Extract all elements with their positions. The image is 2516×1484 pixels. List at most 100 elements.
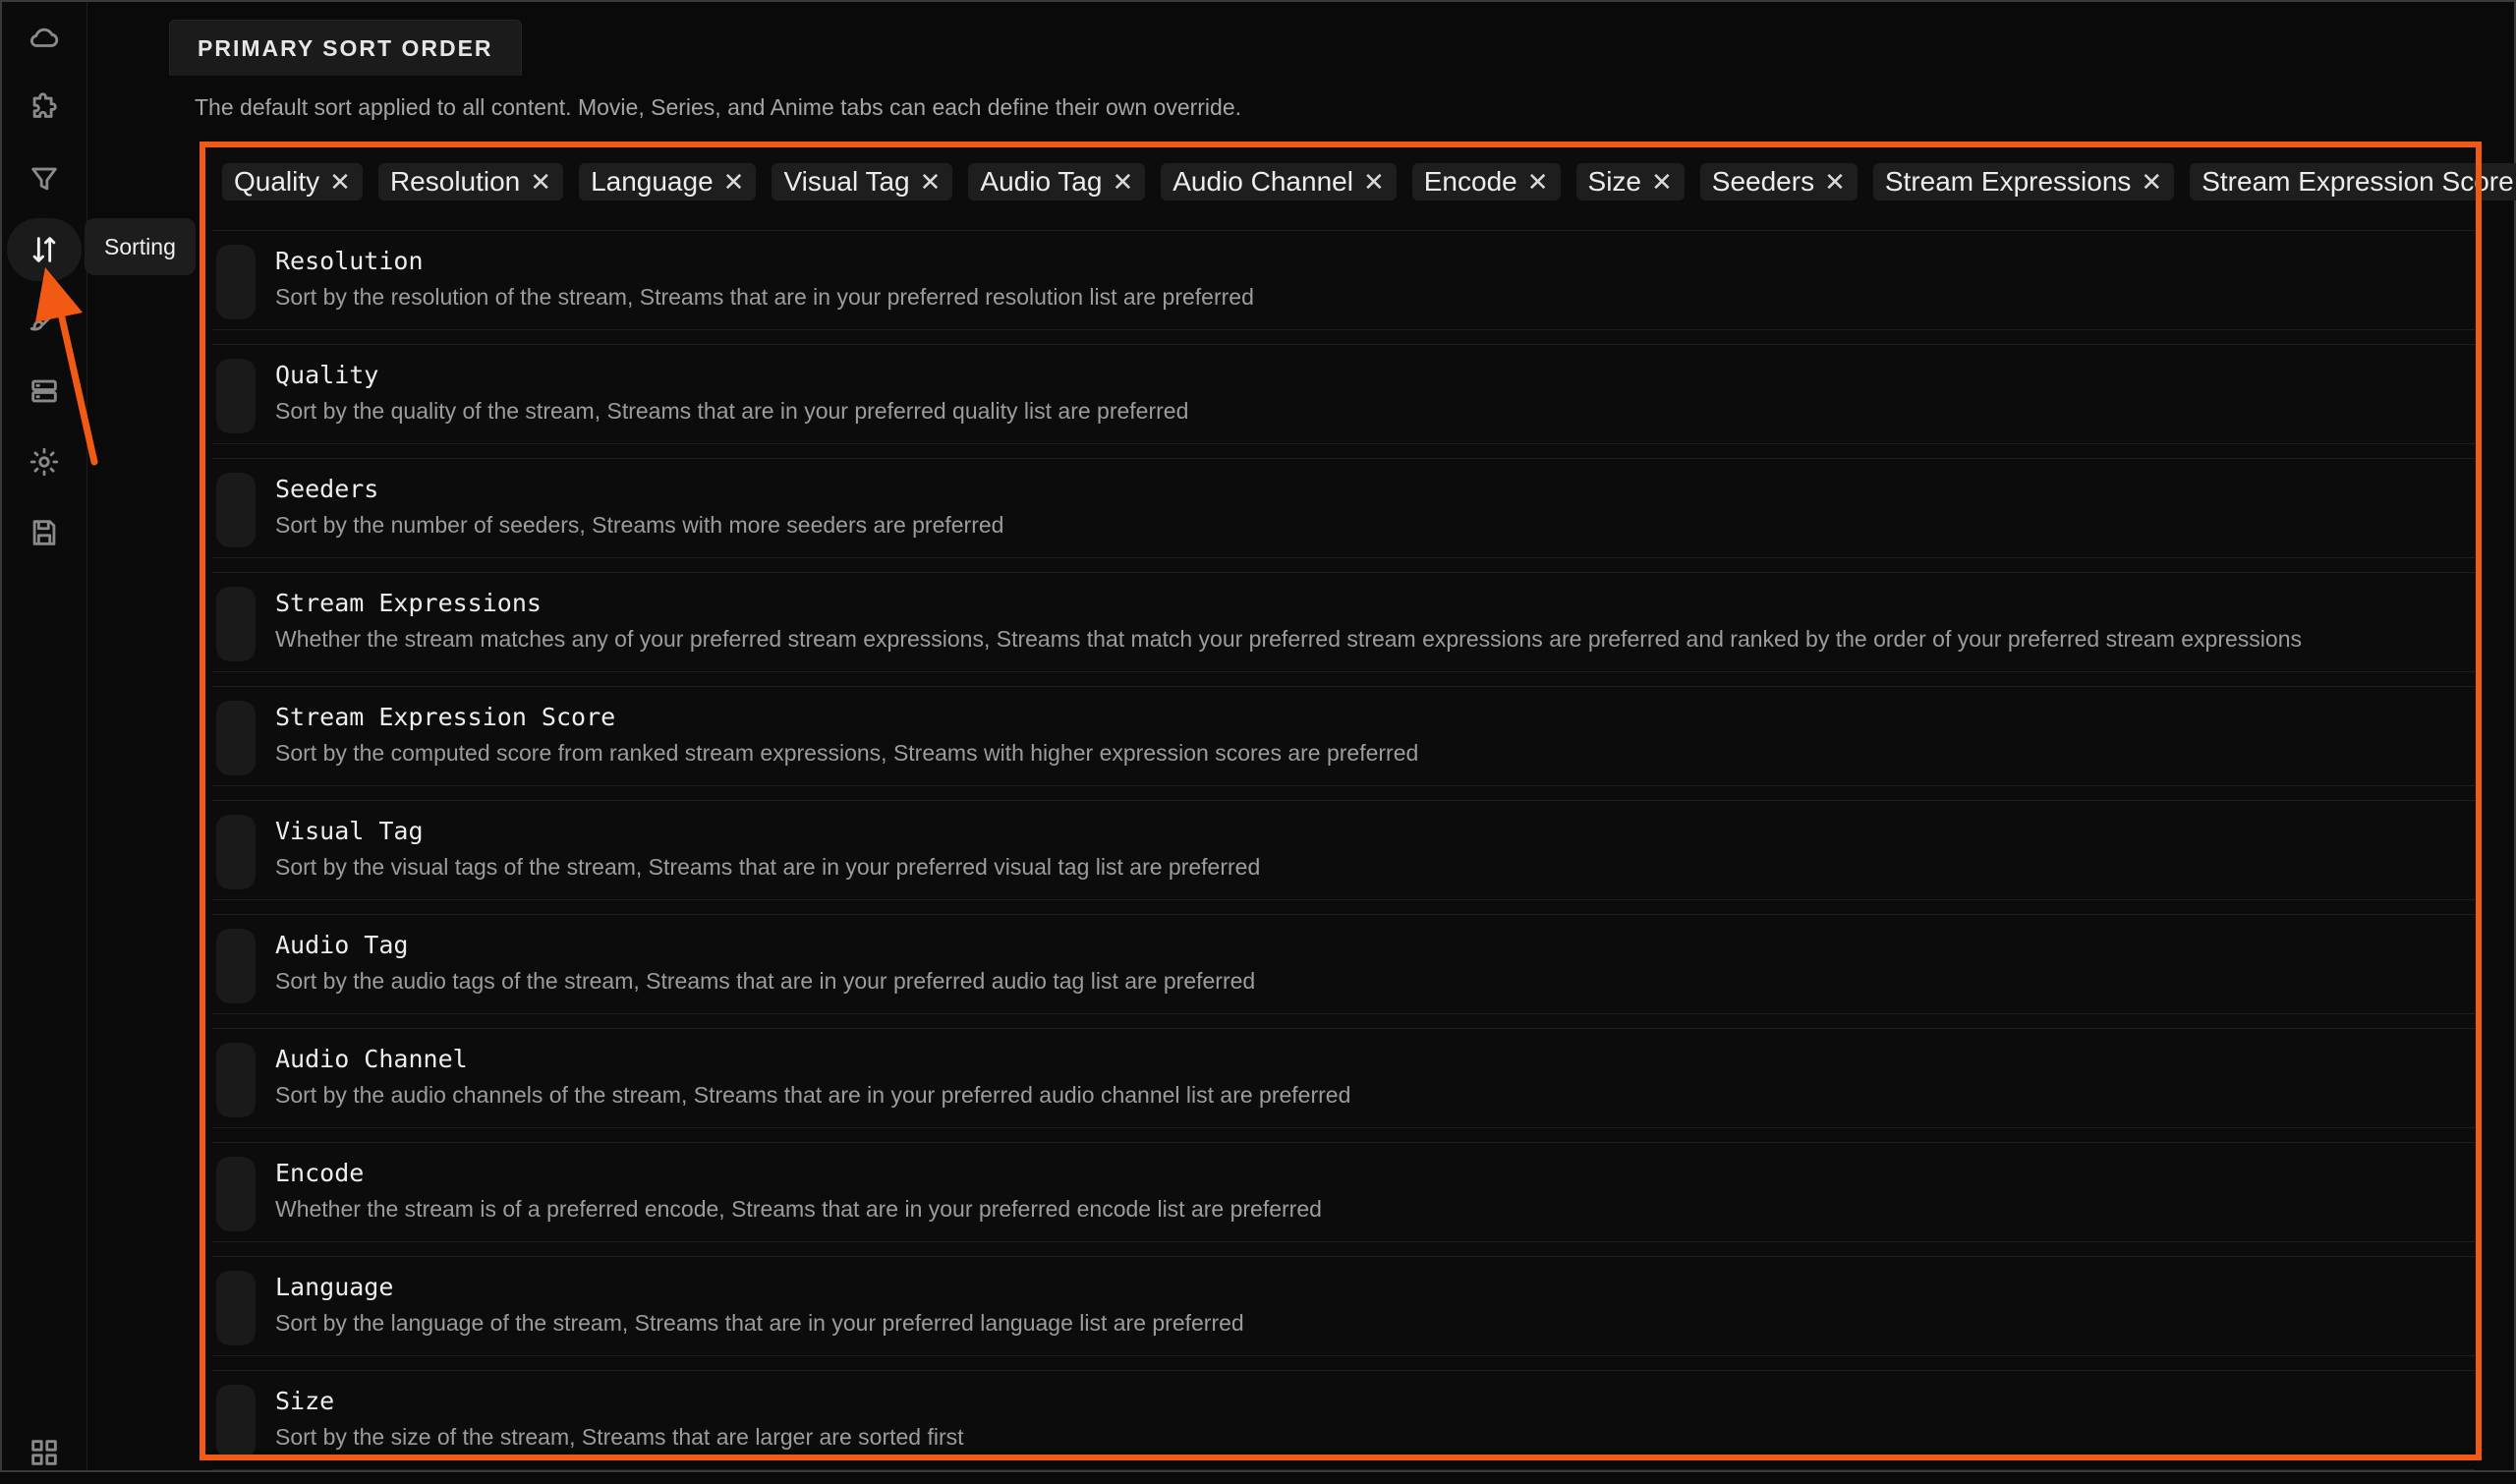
sort-criterion-row[interactable]: Stream Expressions Whether the stream mat…: [212, 572, 2475, 672]
sort-panel: Quality ✕ Resolution ✕ Language ✕ Visual Tag ✕ A…: [202, 143, 2516, 1470]
nav-apps[interactable]: [2, 1433, 86, 1472]
nav-services[interactable]: [2, 360, 86, 423]
sort-chip-label: Size: [1587, 166, 1641, 197]
sort-chip-label: Stream Expression Score: [2202, 166, 2514, 197]
sort-criterion-description: Sort by the computed score from ranked s…: [275, 740, 1419, 766]
nav-sorting[interactable]: [2, 218, 86, 281]
sort-criterion-title: Audio Tag: [275, 931, 409, 959]
drag-handle[interactable]: [216, 1271, 256, 1345]
sort-chip-label: Visual Tag: [783, 166, 910, 197]
sort-criterion-row[interactable]: Language Sort by the language of the stre…: [212, 1256, 2475, 1356]
drag-handle[interactable]: [216, 359, 256, 433]
sort-chip[interactable]: Resolution ✕: [377, 163, 564, 200]
nav-settings[interactable]: [2, 430, 86, 493]
sort-criterion-description: Whether the stream matches any of your p…: [275, 626, 2302, 652]
sort-criterion-row[interactable]: Visual Tag Sort by the visual tags of the…: [212, 800, 2475, 900]
sort-criterion-description: Sort by the audio channels of the stream…: [275, 1082, 1351, 1108]
sort-chip[interactable]: Stream Expressions ✕: [1872, 163, 2175, 200]
sort-criterion-row[interactable]: Size Sort by the size of the stream, Stre…: [212, 1370, 2475, 1470]
sort-icon: [32, 237, 56, 262]
remove-chip-icon[interactable]: ✕: [2141, 167, 2162, 198]
sort-criterion-title: Stream Expression Score: [275, 703, 616, 731]
sort-criterion-row[interactable]: Stream Expression Score Sort by the compu…: [212, 686, 2475, 786]
nav-save[interactable]: [2, 501, 86, 564]
sort-criterion-description: Whether the stream is of a preferred enc…: [275, 1196, 1322, 1222]
sort-chip[interactable]: Language ✕: [579, 163, 757, 200]
sort-criterion-row[interactable]: Quality Sort by the quality of the stream…: [212, 344, 2475, 444]
sort-criterion-row[interactable]: Encode Whether the stream is of a preferr…: [212, 1142, 2475, 1242]
nav-sorting-highlight: [7, 218, 82, 281]
cloud-icon: [29, 28, 59, 47]
remove-chip-icon[interactable]: ✕: [530, 167, 551, 198]
sort-chip[interactable]: Seeders ✕: [1699, 163, 1858, 200]
sort-chip[interactable]: Size ✕: [1575, 163, 1685, 200]
nav-cloud[interactable]: [2, 6, 86, 69]
sort-chip[interactable]: Stream Expression Score✕: [2190, 163, 2516, 200]
sort-criterion-title: Resolution: [275, 247, 424, 275]
drag-handle[interactable]: [216, 701, 256, 775]
sort-chip[interactable]: Visual Tag ✕: [772, 163, 953, 200]
sort-chip-label: Quality: [234, 166, 320, 197]
sort-criterion-description: Sort by the number of seeders, Streams w…: [275, 512, 1004, 538]
filter-icon: [31, 167, 57, 191]
remove-chip-icon[interactable]: ✕: [1824, 167, 1846, 198]
sidebar: [2, 2, 87, 1470]
section-description: The default sort applied to all content.…: [195, 94, 1242, 120]
drag-handle[interactable]: [216, 245, 256, 319]
remove-chip-icon[interactable]: ✕: [329, 167, 351, 198]
selected-sort-chips: Quality ✕ Resolution ✕ Language ✕ Visual Tag ✕ A…: [222, 163, 2516, 200]
sort-criterion-title: Language: [275, 1273, 394, 1301]
drag-handle[interactable]: [216, 929, 256, 1003]
sort-criterion-title: Quality: [275, 361, 379, 389]
sort-criterion-description: Sort by the visual tags of the stream, S…: [275, 854, 1261, 880]
grid-icon: [31, 1440, 57, 1465]
sort-criterion-row[interactable]: Audio Channel Sort by the audio channels …: [212, 1028, 2475, 1128]
sort-chip[interactable]: Audio Tag ✕: [968, 163, 1146, 200]
puzzle-icon: [32, 92, 57, 118]
nav-addons[interactable]: [2, 77, 86, 140]
drag-handle[interactable]: [216, 815, 256, 889]
sort-criterion-row[interactable]: Seeders Sort by the number of seeders, St…: [212, 458, 2475, 558]
remove-chip-icon[interactable]: ✕: [1112, 167, 1133, 198]
section-title: PRIMARY SORT ORDER: [169, 20, 522, 76]
sort-chip-label: Audio Tag: [980, 166, 1103, 197]
nav-formatter[interactable]: [2, 289, 86, 352]
sort-criterion-title: Size: [275, 1387, 335, 1415]
drag-handle[interactable]: [216, 1385, 256, 1459]
sort-criterion-title: Audio Channel: [275, 1045, 468, 1073]
drag-handle[interactable]: [216, 473, 256, 547]
remove-chip-icon[interactable]: ✕: [1651, 167, 1673, 198]
main-content: PRIMARY SORT ORDER The default sort appl…: [167, 0, 2516, 1472]
sort-criterion-row[interactable]: Audio Tag Sort by the audio tags of the s…: [212, 914, 2475, 1014]
sort-criterion-description: Sort by the quality of the stream, Strea…: [275, 398, 1189, 424]
drag-handle[interactable]: [216, 1043, 256, 1117]
server-icon: [31, 379, 57, 403]
sort-chip[interactable]: Encode ✕: [1411, 163, 1561, 200]
remove-chip-icon[interactable]: ✕: [1363, 167, 1385, 198]
sort-chip-label: Stream Expressions: [1884, 166, 2132, 197]
sort-criterion-row[interactable]: Resolution Sort by the resolution of the …: [212, 230, 2475, 330]
sort-chip[interactable]: Audio Channel ✕: [1161, 163, 1397, 200]
remove-chip-icon[interactable]: ✕: [920, 167, 942, 198]
sort-chip-label: Encode: [1423, 166, 1517, 197]
save-icon: [32, 520, 56, 545]
sort-criterion-description: Sort by the resolution of the stream, St…: [275, 284, 1254, 310]
sort-criterion-description: Sort by the language of the stream, Stre…: [275, 1310, 1244, 1336]
sort-criterion-description: Sort by the audio tags of the stream, St…: [275, 968, 1256, 994]
sort-chip-label: Resolution: [389, 166, 521, 197]
sort-chip-label: Language: [591, 166, 714, 197]
sort-chip-label: Audio Channel: [1172, 166, 1353, 197]
remove-chip-icon[interactable]: ✕: [1527, 167, 1549, 198]
brush-icon: [29, 308, 57, 331]
nav-filters[interactable]: [2, 147, 86, 210]
drag-handle[interactable]: [216, 1157, 256, 1231]
sort-criterion-description: Sort by the size of the stream, Streams …: [275, 1424, 964, 1450]
remove-chip-icon[interactable]: ✕: [723, 167, 745, 198]
sort-criteria-list: Resolution Sort by the resolution of the …: [212, 230, 2475, 1484]
drag-handle[interactable]: [216, 587, 256, 661]
gear-icon: [29, 447, 59, 477]
sort-chip[interactable]: Quality ✕: [222, 163, 363, 200]
sort-criterion-title: Seeders: [275, 475, 379, 503]
sort-criterion-title: Visual Tag: [275, 817, 424, 845]
sort-criterion-title: Encode: [275, 1159, 365, 1187]
